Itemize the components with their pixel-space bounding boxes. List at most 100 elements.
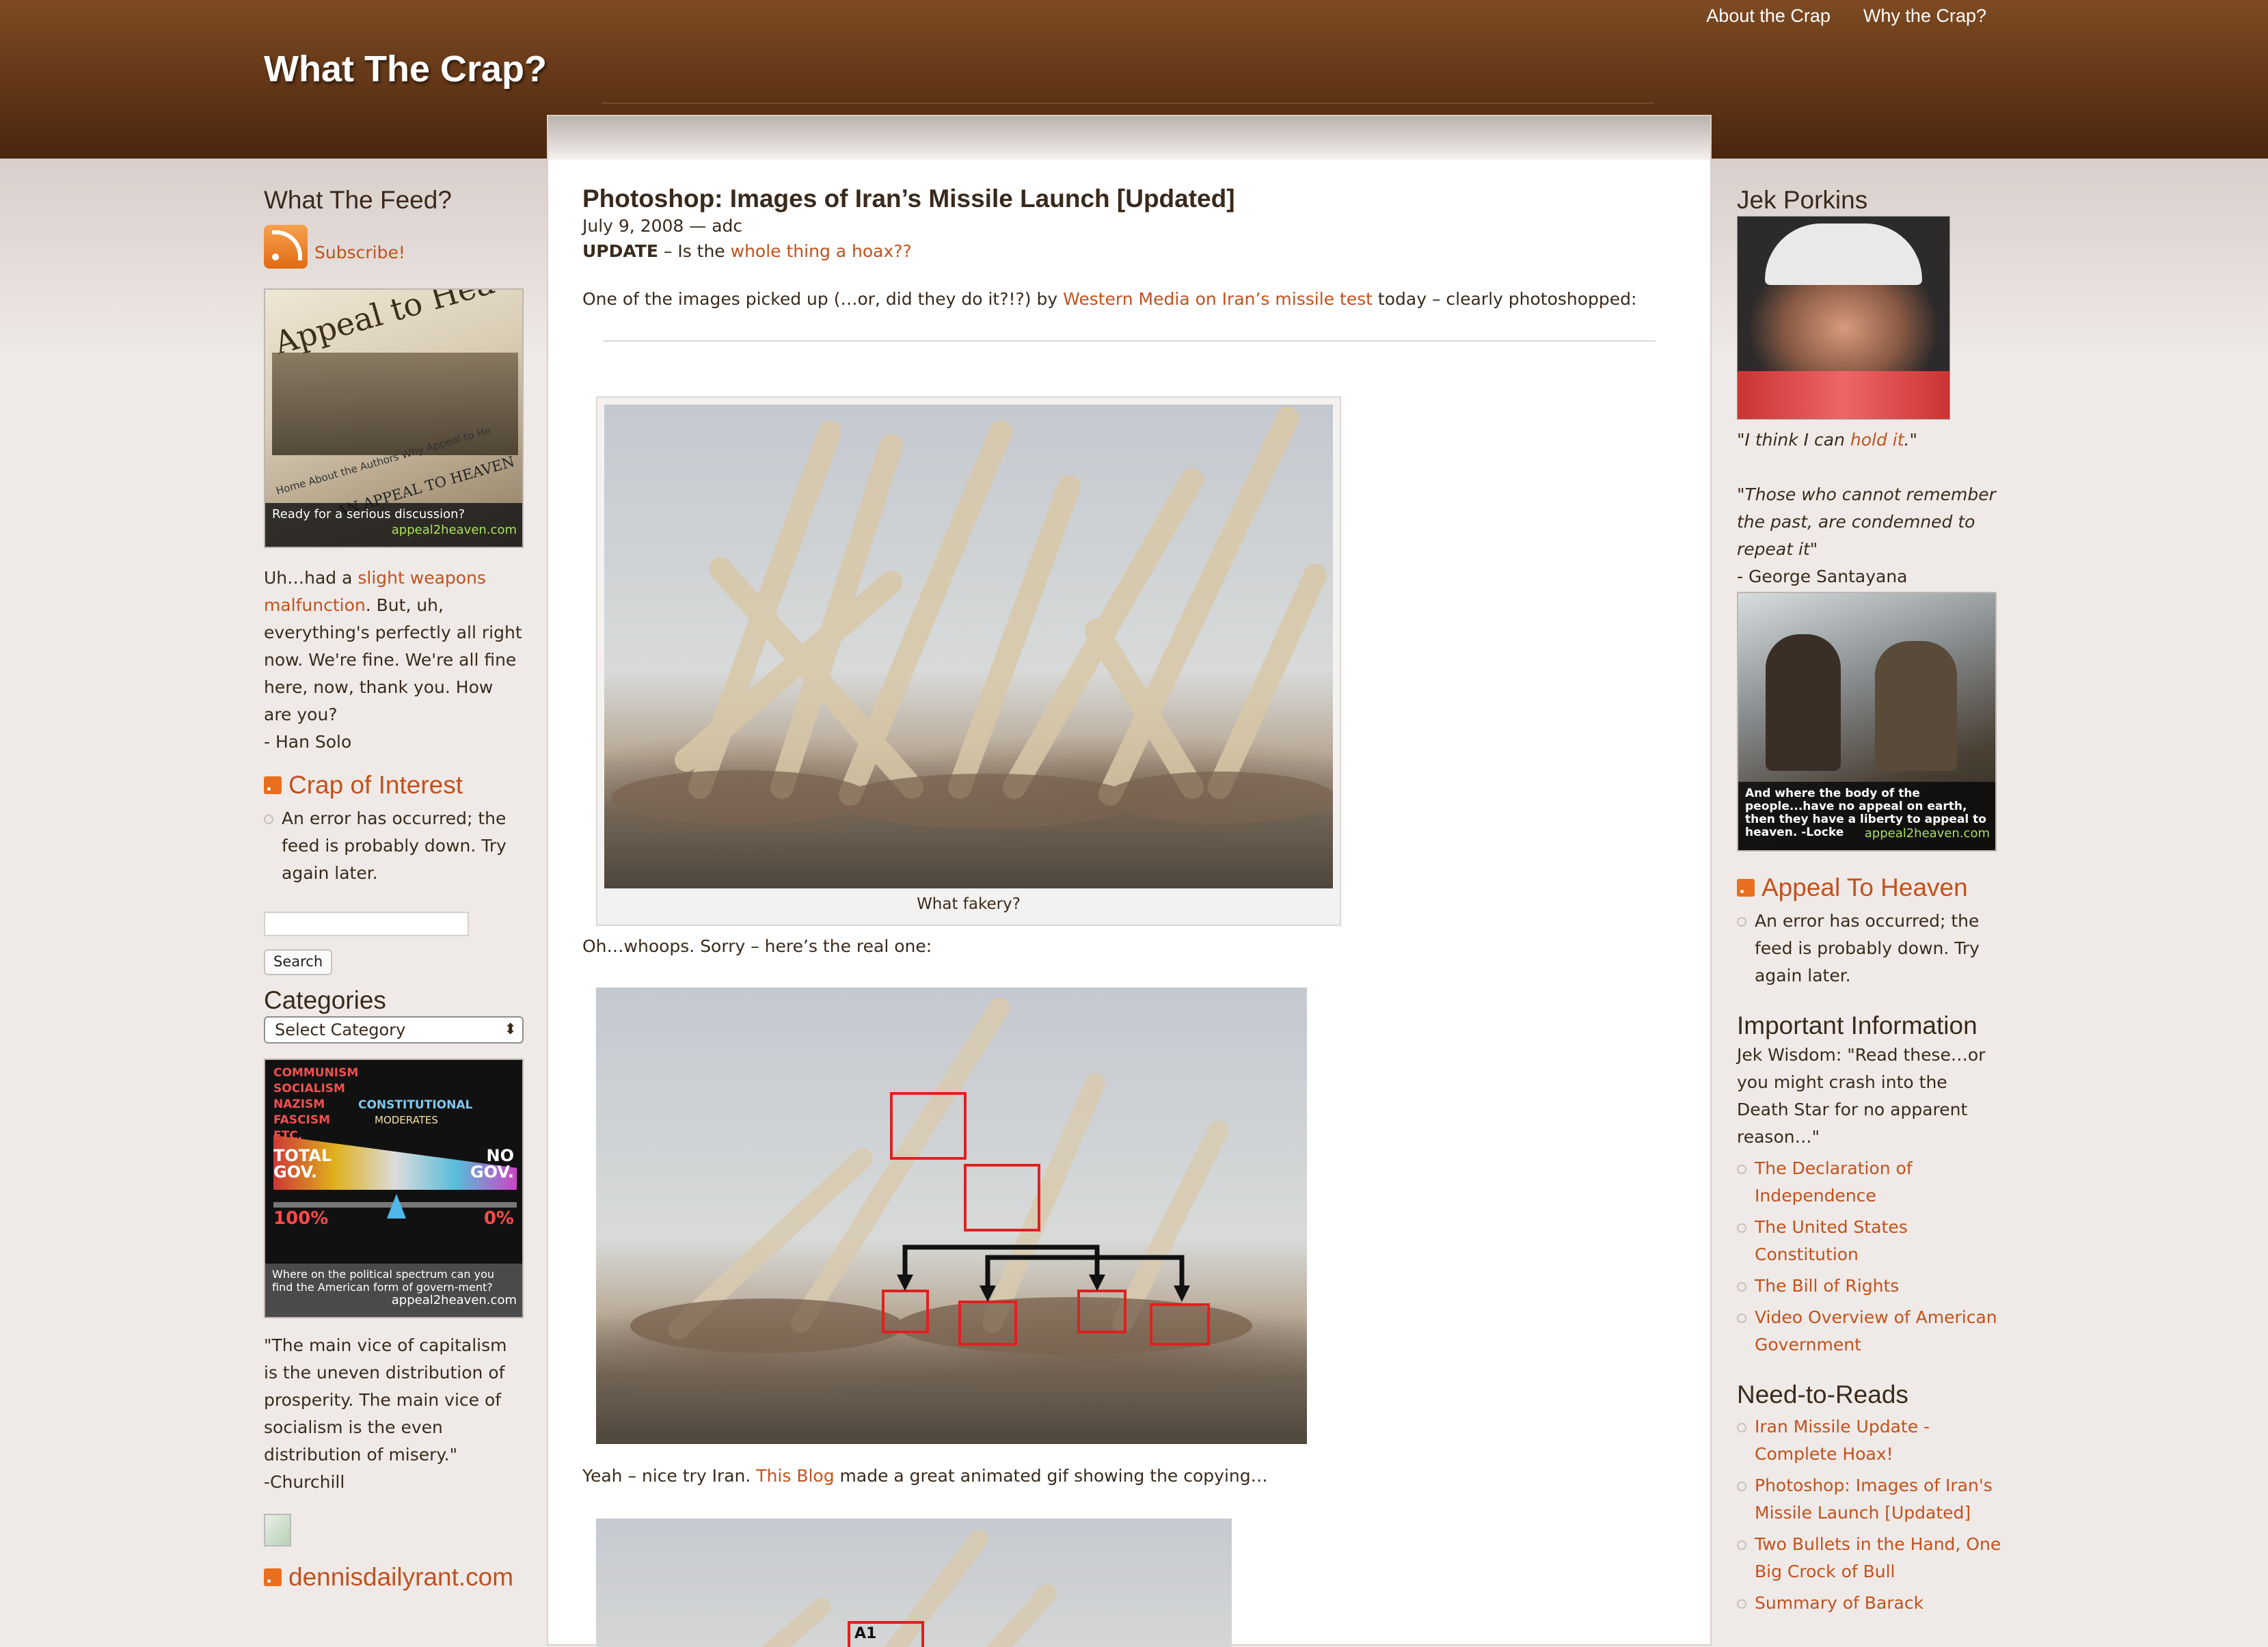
crap-feed-list: An error has occurred; the feed is proba… <box>264 805 524 887</box>
need-to-reads-list: Iran Missile Update - Complete Hoax! Pho… <box>1737 1413 2003 1617</box>
need-to-reads-title: Need-to-Reads <box>1737 1380 1908 1408</box>
important-information-title: Important Information <box>1737 1011 1977 1039</box>
constitution-link[interactable]: The United States Constitution <box>1755 1217 1908 1264</box>
declaration-link[interactable]: The Declaration of Independence <box>1755 1158 1913 1206</box>
western-media-link[interactable]: Western Media on Iran’s missile test <box>1063 289 1373 309</box>
left-sidebar: What The Feed? Subscribe! Appeal to Heav… <box>264 185 524 1593</box>
nav-about-link[interactable]: About the Crap <box>1706 5 1831 27</box>
need-to-read-link[interactable]: Photoshop: Images of Iran's Missile Laun… <box>1755 1475 1993 1523</box>
spectrum-no-gov: NO GOV. <box>470 1146 514 1182</box>
dennisdailyrant-title[interactable]: dennisdailyrant.com <box>264 1562 524 1593</box>
crap-of-interest-title[interactable]: Crap of Interest <box>264 770 524 801</box>
bill-of-rights-link[interactable]: The Bill of Rights <box>1755 1276 1899 1296</box>
missile-trails <box>611 407 1333 828</box>
jek-quote: "I think I can hold it." <box>1737 426 2003 454</box>
update-text: – Is the <box>658 241 731 261</box>
categories-title: Categories <box>264 986 386 1014</box>
site-title[interactable]: What The Crap? <box>264 48 547 90</box>
category-select[interactable]: Select Category <box>264 1016 524 1044</box>
spectrum-right-pct: 0% <box>483 1208 514 1229</box>
jek-wisdom-text: Jek Wisdom: "Read these…or you might cra… <box>1737 1045 1986 1147</box>
appeal-to-heaven-title[interactable]: Appeal To Heaven <box>1737 872 2003 903</box>
rss-icon[interactable] <box>1737 879 1755 897</box>
search-button[interactable]: Search <box>264 949 333 975</box>
spectrum-url: appeal2heaven.com <box>391 1293 517 1307</box>
paragraph-text: made a great animated gif showing the co… <box>834 1466 1268 1486</box>
need-to-read-link[interactable]: Summary of Barack <box>1755 1593 1923 1613</box>
widget-title-text[interactable]: dennisdailyrant.com <box>288 1562 513 1593</box>
appeal-feed-list: An error has occurred; the feed is proba… <box>1737 908 2003 990</box>
blog-post: Photoshop: Images of Iran’s Missile Laun… <box>582 183 1676 342</box>
this-blog-link[interactable]: This Blog <box>756 1466 834 1486</box>
intro-paragraph: One of the images picked up (…or, did th… <box>582 286 1676 313</box>
banner-url: appeal2heaven.com <box>391 523 517 537</box>
search-input[interactable] <box>264 912 469 936</box>
political-spectrum-banner[interactable]: COMMUNISM SOCIALISM NAZISM FASCISM ETC. … <box>264 1059 524 1318</box>
quote-author: -Churchill <box>264 1472 345 1492</box>
rss-icon[interactable] <box>264 776 282 794</box>
feed-widget-title: What The Feed? <box>264 186 452 214</box>
banner-figure-left <box>1766 634 1841 771</box>
widget-title-text[interactable]: Appeal To Heaven <box>1761 872 1968 903</box>
paragraph-text: Yeah – nice try Iran. <box>582 1466 757 1486</box>
important-links-list: The Declaration of Independence The Unit… <box>1737 1155 2003 1359</box>
paragraph-text: One of the images picked up (…or, did th… <box>582 289 1064 309</box>
han-solo-quote: Uh…had a slight weapons malfunction. But… <box>264 564 524 756</box>
hold-it-link[interactable]: hold it <box>1850 430 1904 450</box>
feed-error-message: An error has occurred; the feed is proba… <box>1737 908 2003 990</box>
real-missile-photo[interactable] <box>596 988 1307 1444</box>
real-image-paragraph: Oh…whoops. Sorry – here’s the real one: <box>582 936 932 956</box>
churchill-quote: "The main vice of capitalism is the unev… <box>264 1332 524 1496</box>
animated-gif-image[interactable]: A1 <box>596 1519 1232 1647</box>
jek-porkins-photo <box>1737 216 1950 420</box>
need-to-read-link[interactable]: Iran Missile Update - Complete Hoax! <box>1755 1417 1930 1464</box>
update-paragraph: UPDATE – Is the whole thing a hoax?? <box>582 238 1676 265</box>
main-content: Photoshop: Images of Iran’s Missile Laun… <box>547 115 1712 1647</box>
pilot-helmet <box>1765 223 1922 285</box>
jek-porkins-title: Jek Porkins <box>1737 186 1868 214</box>
santayana-quote: "Those who cannot remember the past, are… <box>1737 485 1996 559</box>
header-divider <box>602 103 1654 104</box>
broken-image-icon <box>264 1514 291 1547</box>
comparison-markup <box>630 998 1252 1355</box>
subscribe-link[interactable]: Subscribe! <box>314 239 405 267</box>
fake-missile-photo[interactable] <box>604 405 1333 888</box>
quote-text: "I think I can <box>1737 430 1850 450</box>
image-label: A1 <box>854 1625 877 1642</box>
content-header-shade <box>548 116 1710 160</box>
widget-title-text[interactable]: Crap of Interest <box>288 770 463 801</box>
need-to-read-link[interactable]: Two Bullets in the Hand, One Big Crock o… <box>1755 1534 2001 1581</box>
locke-url: appeal2heaven.com <box>1864 826 1990 841</box>
banner-headline: Appeal to Heav <box>270 288 516 362</box>
quote-author: - Han Solo <box>264 732 352 752</box>
locke-banner[interactable]: And where the body of the people...have … <box>1737 592 1997 852</box>
quote-text: "The main vice of capitalism is the unev… <box>264 1335 507 1465</box>
rss-icon[interactable] <box>264 1568 282 1586</box>
right-sidebar: Jek Porkins "I think I can hold it." "Th… <box>1737 185 2003 1621</box>
update-label: UPDATE <box>582 241 658 261</box>
nav-why-link[interactable]: Why the Crap? <box>1863 5 1986 27</box>
post-divider <box>603 340 1656 342</box>
spectrum-pointer <box>387 1194 406 1219</box>
post-title[interactable]: Photoshop: Images of Iran’s Missile Laun… <box>582 183 1676 215</box>
gif-trails <box>761 1529 1057 1647</box>
quote-text: ." <box>1904 430 1917 450</box>
santayana-author: - George Santayana <box>1737 567 1908 586</box>
banner-figure-right <box>1875 641 1957 771</box>
paragraph-text: today – clearly photoshopped: <box>1372 289 1637 309</box>
rss-feed-icon[interactable] <box>264 225 308 269</box>
spectrum-isms: COMMUNISM SOCIALISM NAZISM FASCISM ETC. <box>273 1066 359 1143</box>
search-form: Search <box>264 912 524 975</box>
post-meta: July 9, 2008 — adc <box>582 216 743 236</box>
animated-gif-paragraph: Yeah – nice try Iran. This Blog made a g… <box>582 1466 1268 1486</box>
feed-error-message: An error has occurred; the feed is proba… <box>264 805 524 887</box>
pilot-suit <box>1738 371 1949 419</box>
appeal-to-heaven-banner[interactable]: Appeal to Heav Home About the Authors Wh… <box>264 288 524 548</box>
fake-image-figure: What fakery? <box>596 396 1341 926</box>
hoax-link[interactable]: whole thing a hoax?? <box>731 241 912 261</box>
spectrum-left-pct: 100% <box>273 1208 329 1229</box>
figure-caption: What fakery? <box>917 895 1021 913</box>
spectrum-total-gov: TOTAL GOV. <box>273 1146 332 1182</box>
spectrum-moderates: MODERATES <box>375 1114 438 1126</box>
video-overview-link[interactable]: Video Overview of American Government <box>1755 1307 1997 1355</box>
